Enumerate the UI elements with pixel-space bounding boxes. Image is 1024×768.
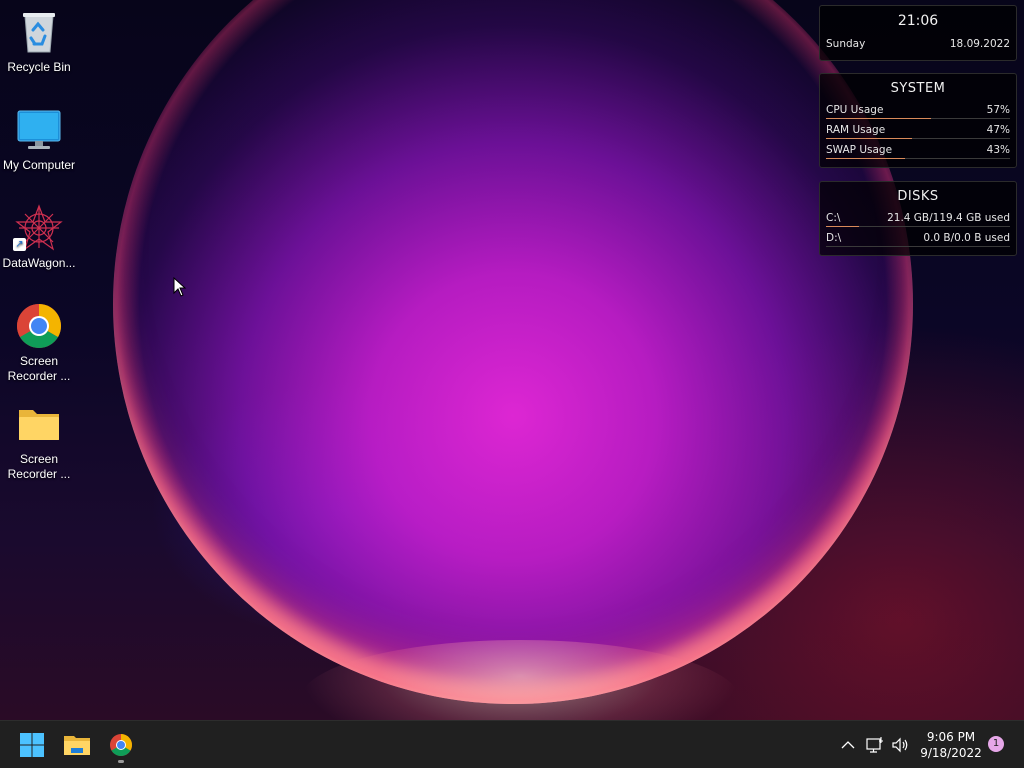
running-indicator (118, 760, 124, 763)
ram-usage-bar (826, 138, 913, 139)
start-button[interactable] (16, 729, 48, 761)
shortcut-arrow-icon: ↗ (13, 238, 26, 251)
desktop-icon-label-line2: Recorder ... (7, 369, 71, 383)
chevron-up-icon (841, 741, 855, 749)
ram-usage-value: 47% (986, 124, 1010, 136)
disk-c-label: C:\ (826, 212, 841, 224)
desktop-icon-label: My Computer (2, 158, 76, 172)
cpu-usage-row: CPU Usage 57% (826, 101, 1010, 121)
desktop-icon-label-line1: Screen (19, 452, 59, 466)
cpu-usage-value: 57% (986, 104, 1010, 116)
folder-icon (15, 400, 63, 448)
mouse-cursor-icon (173, 276, 187, 302)
disk-d-track (826, 246, 1010, 247)
swap-usage-bar (826, 158, 906, 159)
chrome-button[interactable] (105, 729, 137, 763)
swap-usage-value: 43% (986, 144, 1010, 156)
recycle-bin-icon (15, 8, 63, 56)
notification-badge[interactable]: 1 (988, 736, 1004, 752)
speaker-icon (892, 737, 908, 753)
widget-date: 18.09.2022 (949, 38, 1010, 50)
chrome-icon (15, 302, 63, 350)
taskbar-date: 9/18/2022 (920, 746, 982, 760)
datawagon-icon: ↗ (13, 204, 63, 252)
windows-logo-icon (20, 733, 44, 757)
disk-d-value: 0.0 B/0.0 B used (923, 232, 1010, 244)
show-hidden-icons-button[interactable] (838, 735, 858, 755)
taskbar: 9:06 PM 9/18/2022 (0, 720, 1024, 768)
disk-d-label: D:\ (826, 232, 842, 244)
taskbar-time: 9:06 PM (926, 730, 976, 744)
folder-icon (64, 736, 90, 755)
ram-usage-row: RAM Usage 47% (826, 121, 1010, 141)
disk-c-row: C:\ 21.4 GB/119.4 GB used (826, 209, 1010, 229)
widget-time: 21:06 (897, 13, 939, 29)
network-button[interactable] (865, 735, 885, 755)
clock-widget[interactable]: 21:06 Sunday 18.09.2022 (819, 5, 1017, 61)
disk-c-bar (826, 226, 859, 227)
monitor-icon (15, 106, 63, 154)
desktop-icon-screen-recorder-folder[interactable]: Screen Recorder ... (0, 400, 78, 482)
taskbar-clock[interactable]: 9:06 PM 9/18/2022 (916, 729, 986, 761)
desktop-icon-label: DataWagon... (2, 256, 76, 270)
desktop-icon-screen-recorder-chrome[interactable]: Screen Recorder ... (0, 302, 78, 384)
volume-button[interactable] (890, 735, 910, 755)
ram-usage-label: RAM Usage (826, 124, 886, 136)
cpu-usage-label: CPU Usage (826, 104, 884, 116)
desktop-icon-label-line1: Screen (19, 354, 59, 368)
widget-date-row: Sunday 18.09.2022 (826, 35, 1010, 55)
cpu-usage-bar (826, 118, 931, 119)
desktop-icon-label: Recycle Bin (7, 60, 71, 74)
disk-d-row: D:\ 0.0 B/0.0 B used (826, 229, 1010, 249)
system-widget[interactable]: SYSTEM CPU Usage 57% RAM Usage 47% SWAP … (819, 73, 1017, 168)
desktop-icon-datawagon[interactable]: ↗ DataWagon... (0, 204, 78, 271)
disk-c-value: 21.4 GB/119.4 GB used (887, 212, 1010, 224)
network-icon (866, 737, 883, 753)
disks-widget[interactable]: DISKS C:\ 21.4 GB/119.4 GB used D:\ 0.0 … (819, 181, 1017, 256)
system-widget-title: SYSTEM (890, 81, 946, 96)
disks-widget-title: DISKS (897, 189, 939, 204)
chrome-icon (110, 734, 132, 756)
widget-day: Sunday (826, 38, 866, 50)
swap-usage-label: SWAP Usage (826, 144, 893, 156)
swap-usage-row: SWAP Usage 43% (826, 141, 1010, 161)
desktop-icon-my-computer[interactable]: My Computer (0, 106, 78, 173)
file-explorer-button[interactable] (61, 729, 93, 761)
desktop-icon-recycle-bin[interactable]: Recycle Bin (0, 8, 78, 75)
desktop-icon-label-line2: Recorder ... (7, 467, 71, 481)
